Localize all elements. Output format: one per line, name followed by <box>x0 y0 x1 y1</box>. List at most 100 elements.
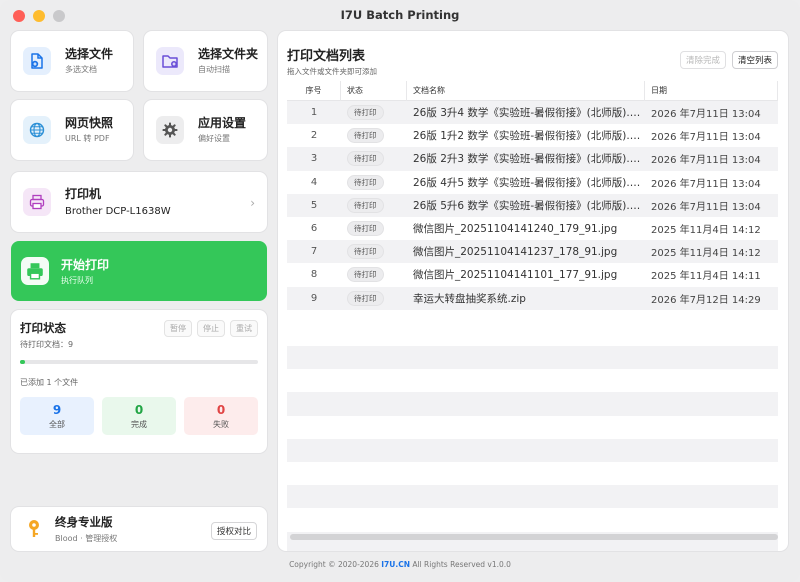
column-header-status[interactable]: 状态 <box>341 80 407 101</box>
table-row[interactable]: 3 待打印 26版 2升3 数学《实验班-暑假衔接》(北师版).pdf 2026 年7… <box>287 147 778 171</box>
printer-title: 打印机 <box>65 187 102 201</box>
row-status: 待打印 <box>341 197 407 213</box>
web-snapshot-sub: URL 转 PDF <box>65 134 110 143</box>
settings-button[interactable]: 应用设置 偏好设置 <box>144 100 267 160</box>
title-bar: I7U Batch Printing <box>0 0 800 30</box>
table-row[interactable]: 8 待打印 微信图片_20251104141101_177_91.jpg 2025 年… <box>287 263 778 286</box>
stat-failed-count: 0 <box>216 403 226 417</box>
status-badge: 待打印 <box>347 174 384 190</box>
maximize-window-button[interactable] <box>53 10 65 22</box>
column-header-date[interactable]: 日期 <box>645 80 778 101</box>
row-date: 2026 年7月11日 13:04 <box>651 109 761 121</box>
row-status: 待打印 <box>341 128 407 144</box>
printer-icon <box>21 257 49 285</box>
row-document-name: 微信图片_20251104141237_178_91.jpg <box>413 246 618 259</box>
row-document-name: 微信图片_20251104141240_179_91.jpg <box>413 223 618 236</box>
status-badge: 待打印 <box>347 290 384 306</box>
printer-icon <box>23 188 51 216</box>
row-status: 待打印 <box>341 290 407 306</box>
row-index: 9 <box>310 292 318 304</box>
license-panel: 终身专业版 Blood · 管理授权 授权对比 <box>11 507 267 551</box>
row-status: 待打印 <box>341 267 407 283</box>
web-snapshot-title: 网页快照 <box>65 116 114 130</box>
row-index: 6 <box>310 223 318 235</box>
table-row[interactable]: 1 待打印 26版 3升4 数学《实验班-暑假衔接》(北师版).pdf 2026 年7… <box>287 101 778 125</box>
row-date: 2025 年11月4日 14:11 <box>651 271 761 283</box>
row-status: 待打印 <box>341 151 407 167</box>
license-compare-button[interactable]: 授权对比 <box>210 522 257 540</box>
status-badge: 待打印 <box>347 221 384 237</box>
table-row[interactable]: 7 待打印 微信图片_20251104141237_178_91.jpg 2025 年… <box>287 240 778 264</box>
select-file-button[interactable]: 选择文件 多选文档 <box>11 31 133 91</box>
row-index: 5 <box>310 199 318 211</box>
list-title: 打印文档列表 <box>287 49 366 64</box>
web-snapshot-button[interactable]: 网页快照 URL 转 PDF <box>11 100 133 160</box>
row-index: 2 <box>310 130 318 142</box>
brand-link[interactable]: I7U.CN <box>381 560 410 569</box>
horizontal-scrollbar[interactable] <box>290 534 778 540</box>
stat-total: 9 全部 <box>20 397 94 435</box>
pending-count: 待打印文档：9 <box>20 340 74 349</box>
stat-total-count: 9 <box>52 403 62 417</box>
table-row[interactable]: 6 待打印 微信图片_20251104141240_179_91.jpg 2025 年… <box>287 217 778 240</box>
status-badge: 待打印 <box>347 197 384 213</box>
status-badge: 待打印 <box>347 128 384 144</box>
printer-selector[interactable]: 打印机 Brother DCP-L1638W › <box>11 172 267 232</box>
file-add-icon <box>23 47 51 75</box>
folder-add-icon <box>156 47 184 75</box>
select-file-sub: 多选文档 <box>65 65 97 74</box>
stat-done: 0 完成 <box>102 397 176 435</box>
license-title: 终身专业版 <box>55 514 113 529</box>
row-date: 2026 年7月11日 13:04 <box>651 155 761 167</box>
progress-fill <box>20 360 25 364</box>
select-folder-button[interactable]: 选择文件夹 自动扫描 <box>144 31 267 91</box>
row-document-name: 幸运大转盘抽奖系统.zip <box>413 292 526 305</box>
clear-completed-button[interactable]: 清除完成 <box>679 51 726 69</box>
status-badge: 待打印 <box>347 244 384 260</box>
rights-text: All Rights Reserved v1.0.0 <box>412 560 511 569</box>
list-subtitle: 拖入文件或文件夹即可添加 <box>287 67 377 76</box>
clear-list-button[interactable]: 清空列表 <box>731 51 778 69</box>
column-header-name[interactable]: 文档名称 <box>407 80 645 101</box>
row-document-name: 26版 2升3 数学《实验班-暑假衔接》(北师版).pdf <box>413 153 645 166</box>
table-row[interactable]: 4 待打印 26版 4升5 数学《实验班-暑假衔接》(北师版).pdf 2026 年7… <box>287 171 778 194</box>
print-status-title: 打印状态 <box>20 321 66 335</box>
globe-icon <box>23 116 51 144</box>
row-index: 8 <box>310 269 318 281</box>
start-print-button[interactable]: 开始打印 执行队列 <box>11 241 267 301</box>
chevron-right-icon: › <box>250 196 255 210</box>
status-badge: 待打印 <box>347 267 384 283</box>
column-header-index[interactable]: 序号 <box>287 80 341 101</box>
stat-done-label: 完成 <box>131 420 147 429</box>
table-row[interactable]: 9 待打印 幸运大转盘抽奖系统.zip 2026 年7月12日 14:29 <box>287 286 778 310</box>
copyright-text: Copyright © 2020-2026 <box>289 560 379 569</box>
row-index: 4 <box>310 176 318 188</box>
printer-name: Brother DCP-L1638W <box>65 206 171 217</box>
table-row[interactable]: 2 待打印 26版 1升2 数学《实验班-暑假衔接》(北师版).pdf 2026 年7… <box>287 124 778 147</box>
table-row[interactable]: 5 待打印 26版 5升6 数学《实验班-暑假衔接》(北师版).pdf 2026 年7… <box>287 193 778 217</box>
pause-button[interactable]: 暂停 <box>164 320 192 337</box>
retry-button[interactable]: 重试 <box>230 320 258 337</box>
row-date: 2025 年11月4日 14:12 <box>651 225 761 237</box>
settings-title: 应用设置 <box>198 116 247 130</box>
select-folder-title: 选择文件夹 <box>198 47 259 61</box>
status-badge: 待打印 <box>347 105 384 121</box>
table-header: 序号 状态 文档名称 日期 <box>287 80 778 101</box>
row-document-name: 26版 4升5 数学《实验班-暑假衔接》(北师版).pdf <box>413 176 645 189</box>
print-status-panel: 打印状态 待打印文档：9 暂停 停止 重试 已添加 1 个文件 9 全部 0 完… <box>11 310 267 453</box>
app-window: I7U Batch Printing 选择文件 多选文档 选择文件夹 自动扫描 … <box>0 0 800 582</box>
key-icon <box>23 518 45 540</box>
stat-failed: 0 失败 <box>184 397 258 435</box>
row-status: 待打印 <box>341 244 407 260</box>
footer: Copyright © 2020-2026 I7U.CN All Rights … <box>0 560 800 569</box>
minimize-window-button[interactable] <box>33 10 45 22</box>
close-window-button[interactable] <box>13 10 25 22</box>
progress-bar <box>20 360 258 364</box>
window-title: I7U Batch Printing <box>340 8 460 22</box>
select-file-title: 选择文件 <box>65 47 114 61</box>
row-status: 待打印 <box>341 221 407 237</box>
stop-button[interactable]: 停止 <box>197 320 225 337</box>
row-date: 2026 年7月11日 13:04 <box>651 201 761 213</box>
row-index: 7 <box>310 246 318 258</box>
document-list-panel: 打印文档列表 拖入文件或文件夹即可添加 清除完成 清空列表 序号 状态 文档名称… <box>278 31 788 551</box>
